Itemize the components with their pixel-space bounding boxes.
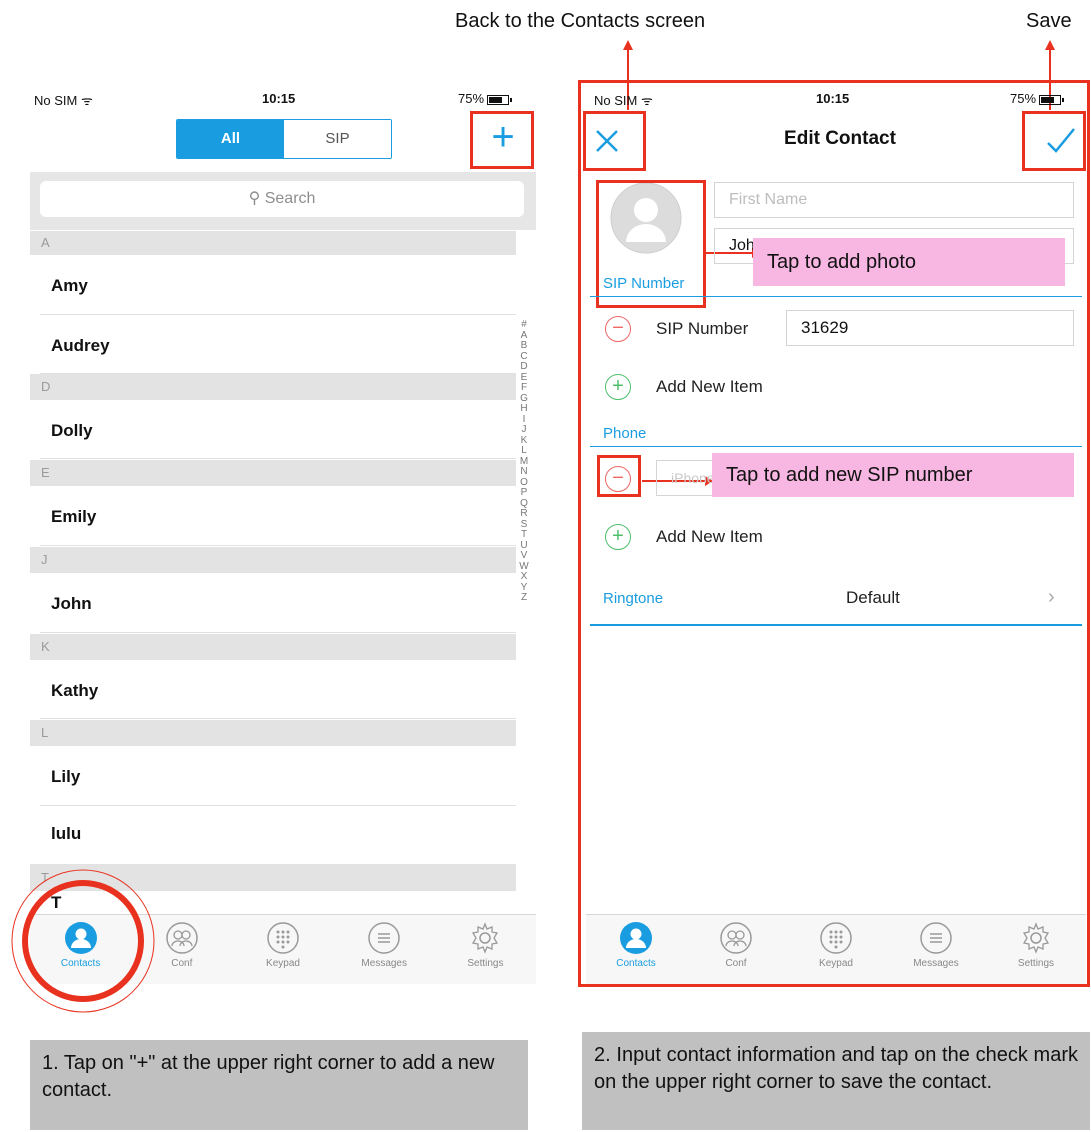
remove-phone-highlight [597, 455, 641, 497]
sip-section-divider [590, 296, 1082, 297]
conference-icon [720, 922, 752, 954]
phone-section-label: Phone [603, 425, 647, 442]
remove-sip-button[interactable]: − [605, 316, 631, 342]
list-item[interactable]: Amy [40, 257, 516, 315]
tab-conf[interactable]: Conf [686, 915, 786, 984]
sip-number-field[interactable]: 31629 [786, 310, 1074, 346]
battery-icon [487, 94, 513, 105]
tab-keypad[interactable]: Keypad [232, 915, 333, 984]
segment-all[interactable]: All [177, 120, 284, 158]
index-letter[interactable]: H [514, 403, 534, 415]
status-time: 10:15 [262, 91, 296, 106]
page-title: Edit Contact [784, 128, 896, 149]
section-header-j: J [30, 547, 516, 573]
keypad-icon [267, 922, 299, 954]
index-letter[interactable]: T [514, 529, 534, 541]
index-letter[interactable]: L [514, 445, 534, 457]
sip-section-label: SIP Number [603, 275, 685, 292]
messages-icon [920, 922, 952, 954]
section-header-d: D [30, 374, 516, 400]
first-name-field[interactable]: First Name [714, 182, 1074, 218]
list-item[interactable]: John [40, 575, 516, 633]
step1-caption: 1. Tap on "+" at the upper right corner … [30, 1040, 528, 1130]
save-button-highlight [1022, 111, 1086, 171]
add-contact-highlight [470, 111, 534, 169]
plus-icon: + [612, 525, 624, 547]
tab-keypad[interactable]: Keypad [786, 915, 886, 984]
section-header-k: K [30, 634, 516, 660]
gear-icon [1022, 922, 1050, 954]
wifi-icon: ᯤ [640, 93, 653, 108]
index-letter[interactable]: Z [514, 592, 534, 604]
list-item[interactable]: Kathy [40, 662, 516, 719]
contacts-filter-segment: All SIP [176, 119, 392, 159]
status-battery: 75% [458, 91, 513, 106]
tab-messages[interactable]: Messages [334, 915, 435, 984]
index-letter[interactable]: X [514, 571, 534, 583]
search-icon: ⚲ [248, 190, 261, 207]
list-item[interactable]: Emily [40, 488, 516, 546]
list-item[interactable]: lulu [40, 808, 516, 860]
tab-settings[interactable]: Settings [435, 915, 536, 984]
alphabet-index[interactable]: # A B C D E F G H I J K L M N O P Q R S T U V W X Y Z [514, 319, 534, 604]
wifi-icon: ᯤ [80, 93, 93, 108]
index-letter[interactable]: R [514, 508, 534, 520]
index-letter[interactable]: F [514, 382, 534, 394]
list-item[interactable]: Lily [40, 748, 516, 806]
add-sip-item-label[interactable]: Add New Item [656, 377, 763, 397]
sip-hint-label: Tap to add new SIP number [712, 453, 1074, 497]
index-letter[interactable]: P [514, 487, 534, 499]
index-letter[interactable]: N [514, 466, 534, 478]
contacts-tab-highlight [11, 869, 155, 1013]
ringtone-value: Default [846, 588, 900, 607]
status-carrier: No SIM ᯤ [34, 93, 93, 108]
search-input[interactable]: ⚲ Search [40, 181, 524, 217]
gear-icon [472, 922, 499, 954]
index-letter[interactable]: J [514, 424, 534, 436]
sip-number-label: SIP Number [656, 319, 749, 338]
battery-icon [1039, 94, 1065, 105]
ringtone-label: Ringtone [603, 590, 664, 607]
tab-messages[interactable]: Messages [886, 915, 986, 984]
tab-bar-edit-screen: Contacts Conf Keypad Messages Settings [586, 914, 1086, 984]
plus-icon: + [612, 375, 624, 397]
ringtone-row[interactable]: Ringtone Default › [590, 578, 1082, 626]
index-letter[interactable]: # [514, 319, 534, 331]
minus-icon: − [612, 317, 624, 339]
section-header-e: E [30, 460, 516, 486]
segment-sip[interactable]: SIP [284, 120, 391, 158]
search-bar: ⚲ Search [30, 172, 536, 230]
index-letter[interactable]: V [514, 550, 534, 562]
index-letter[interactable]: D [514, 361, 534, 373]
photo-hint-label: Tap to add photo [753, 238, 1065, 286]
section-header-l: L [30, 720, 516, 746]
list-item[interactable]: Dolly [40, 402, 516, 459]
add-sip-item-button[interactable]: + [605, 374, 631, 400]
step2-caption: 2. Input contact information and tap on … [582, 1032, 1090, 1130]
contacts-icon [620, 922, 652, 954]
chevron-right-icon: › [1048, 586, 1055, 608]
status-time: 10:15 [816, 91, 850, 106]
phone-section-divider [590, 446, 1082, 447]
list-item[interactable]: Audrey [40, 318, 516, 374]
keypad-icon [820, 922, 852, 954]
status-carrier: No SIM ᯤ [594, 93, 653, 108]
tab-contacts[interactable]: Contacts [586, 915, 686, 984]
tab-settings[interactable]: Settings [986, 915, 1086, 984]
add-phone-item-button[interactable]: + [605, 524, 631, 550]
section-header-a: A [30, 231, 516, 255]
conference-icon [166, 922, 198, 954]
status-battery: 75% [1010, 91, 1065, 106]
add-phone-item-label[interactable]: Add New Item [656, 527, 763, 547]
close-button-highlight [583, 111, 646, 171]
messages-icon [368, 922, 400, 954]
index-letter[interactable]: B [514, 340, 534, 352]
